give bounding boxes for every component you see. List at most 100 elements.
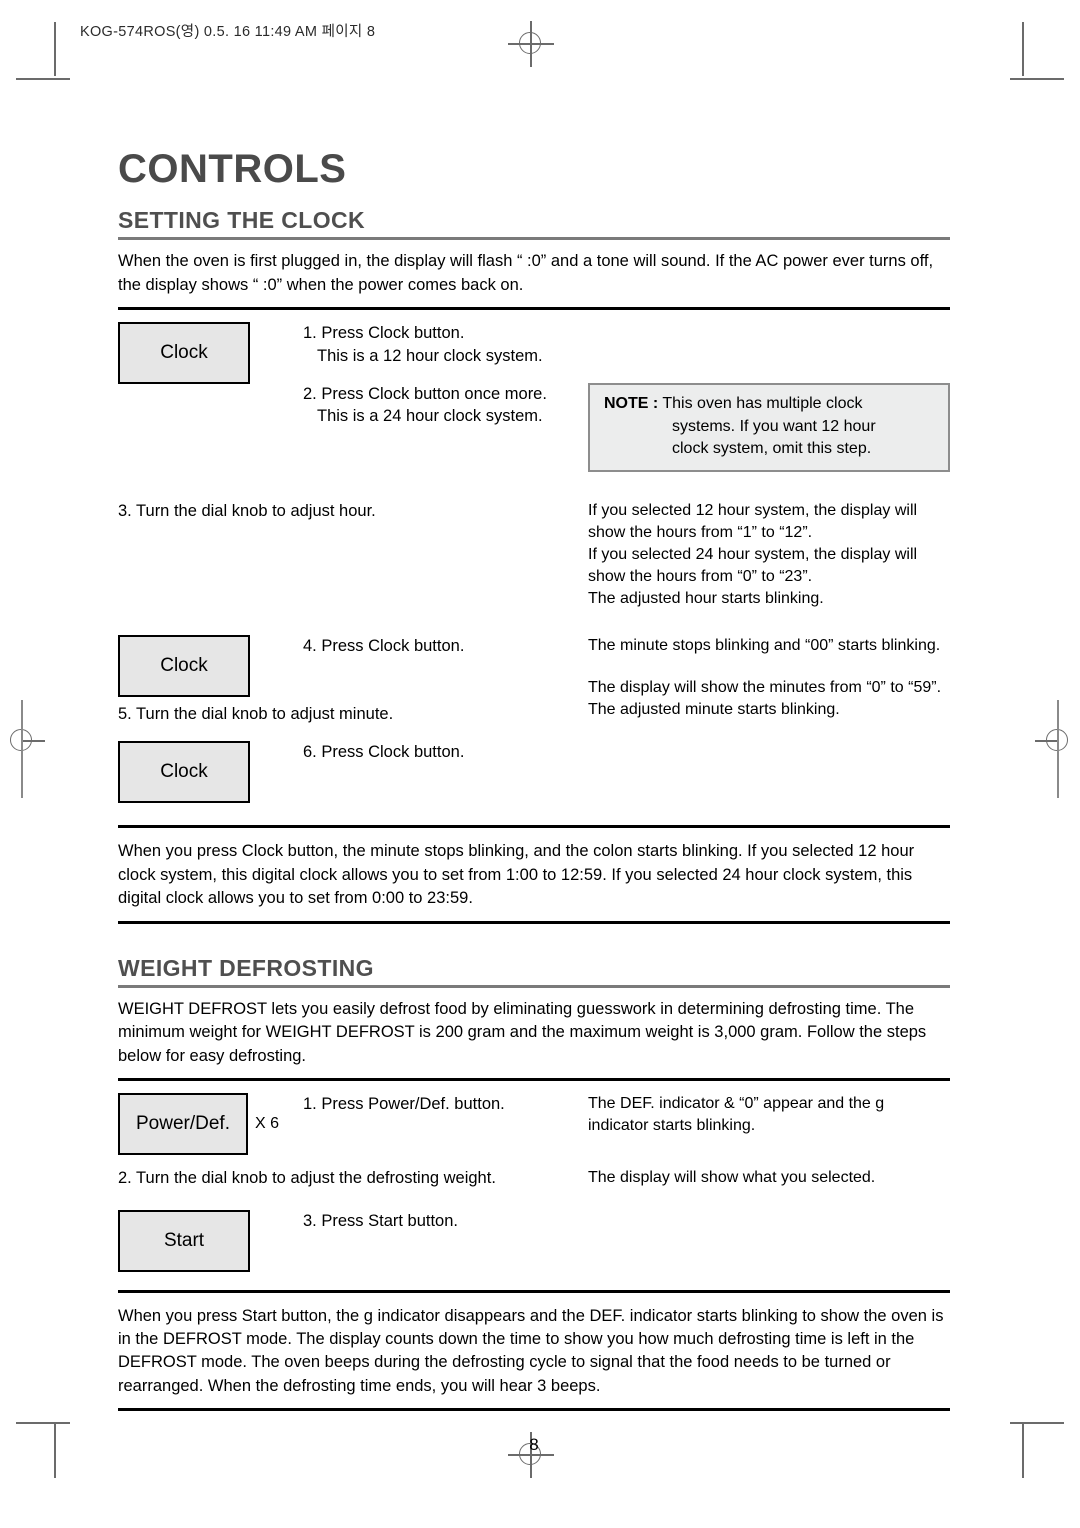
crop-mark-bottom-right-vertical	[1022, 1424, 1024, 1478]
defrost-step-1-text-cell: 1. Press Power/Def. button.	[303, 1093, 588, 1115]
clock-step-1-main: 1. Press Clock button.	[303, 324, 465, 343]
note-line-1: This oven has multiple clock	[658, 395, 863, 413]
crop-mark-bottom-right-horizontal	[1010, 1422, 1064, 1424]
power-def-button-multiplier: X 6	[255, 1115, 280, 1133]
crop-mark-top-right-horizontal	[1010, 78, 1064, 80]
power-def-button[interactable]: Power/Def.	[118, 1093, 248, 1156]
section-divider	[118, 307, 950, 311]
clock-step-1-sub: This is a 12 hour clock system.	[317, 346, 543, 365]
registration-horizontal-line	[21, 740, 45, 742]
defrost-button-cell-2: Start	[118, 1209, 303, 1272]
registration-horizontal-line	[508, 43, 554, 45]
clock-summary-paragraph: When you press Clock button, the minute …	[118, 842, 915, 908]
button-wrap: Clock	[118, 322, 303, 385]
clock-step-3-result-line-5: The adjusted hour starts blinking.	[588, 590, 824, 608]
crop-mark-left-edge-vertical	[21, 700, 23, 798]
note-label: NOTE :	[604, 395, 659, 413]
defrost-summary-paragraph: When you press Start button, the g indic…	[118, 1306, 944, 1395]
clock-button-cell-1: Clock	[118, 322, 303, 385]
section-title-setting-the-clock: SETTING THE CLOCK	[118, 207, 366, 233]
note-line-3: clock system, omit this step.	[672, 440, 872, 458]
crop-mark-bottom-left-vertical	[54, 1424, 56, 1478]
page-title: CONTROLS	[118, 147, 347, 191]
page-number: 8	[529, 1435, 539, 1455]
crop-mark-top-right-vertical	[1022, 22, 1024, 76]
clock-step-2-result-cell: NOTE : This oven has multiple clock syst…	[588, 383, 950, 473]
clock-step-6-text: 6. Press Clock button.	[303, 743, 465, 762]
button-wrap: Power/Def. X 6	[118, 1093, 303, 1156]
clock-step-12-column: 1. Press Clock button. This is a 12 hour…	[303, 322, 950, 473]
button-wrap: Clock	[118, 634, 303, 697]
defrost-step-1-text: 1. Press Power/Def. button.	[303, 1095, 505, 1114]
section-divider	[118, 1078, 950, 1082]
clock-step-4-text: 4. Press Clock button.	[303, 636, 465, 655]
registration-horizontal-line	[1035, 740, 1059, 742]
defrost-step-2-result-line-1: The display will show what you selected.	[588, 1169, 876, 1187]
defrost-step-2-text-cell: 2. Turn the dial knob to adjust the defr…	[118, 1167, 588, 1189]
clock-step-1-text: 1. Press Clock button. This is a 12 hour…	[303, 322, 588, 367]
clock-step-3-result-line-2: show the hours from “1” to “12”.	[588, 524, 813, 542]
defrost-step-3-text: 3. Press Start button.	[303, 1211, 458, 1230]
defrost-step-1-result-cell: The DEF. indicator & “0” appear and the …	[588, 1093, 950, 1137]
crop-mark-bottom-left-horizontal	[16, 1422, 70, 1424]
note-line-2: systems. If you want 12 hour	[672, 417, 876, 435]
section-divider	[118, 1408, 950, 1412]
section-divider	[118, 984, 950, 988]
defrost-intro-paragraph: WEIGHT DEFROST lets you easily defrost f…	[118, 999, 927, 1065]
section-divider	[118, 1289, 950, 1293]
clock-step-3-result-line-3: If you selected 24 hour system, the disp…	[588, 546, 918, 564]
defrost-step-3-text-cell: 3. Press Start button.	[303, 1210, 588, 1232]
defrost-button-cell-1: Power/Def. X 6	[118, 1093, 303, 1156]
clock-button-cell-3: Clock	[118, 741, 303, 804]
clock-step-6-row: Clock 6. Press Clock button.	[118, 741, 950, 804]
defrost-step-3-row: Start 3. Press Start button.	[118, 1209, 950, 1272]
button-wrap: Start	[118, 1209, 303, 1272]
defrost-step-1-row: Power/Def. X 6 1. Press Power/Def. butto…	[118, 1093, 950, 1156]
clock-button-3[interactable]: Clock	[118, 741, 250, 804]
clock-button-1[interactable]: Clock	[118, 322, 250, 385]
clock-step-3-row: 3. Turn the dial knob to adjust hour. If…	[118, 500, 950, 610]
defrost-step-2-result-cell: The display will show what you selected.	[588, 1167, 950, 1189]
clock-step-2-sub: This is a 24 hour clock system.	[317, 407, 543, 426]
clock-step-3-result-line-1: If you selected 12 hour system, the disp…	[588, 502, 918, 520]
clock-step-2-row: 2. Press Clock button once more. This is…	[303, 383, 950, 473]
section-divider	[118, 237, 950, 241]
note-box: NOTE : This oven has multiple clock syst…	[588, 383, 950, 473]
clock-step-4-text-cell: 4. Press Clock button.	[303, 635, 588, 657]
defrost-step-2-text: 2. Turn the dial knob to adjust the defr…	[118, 1169, 496, 1188]
crop-mark-right-edge-vertical	[1057, 700, 1059, 798]
clock-steps-block: Clock 1. Press Clock button. This is a 1…	[118, 322, 950, 804]
clock-step-1-row: 1. Press Clock button. This is a 12 hour…	[303, 322, 950, 367]
clock-step-3-result-cell: If you selected 12 hour system, the disp…	[588, 500, 950, 610]
section-divider	[118, 920, 950, 924]
crop-mark-top-left-vertical	[54, 22, 56, 76]
defrost-steps-block: Power/Def. X 6 1. Press Power/Def. butto…	[118, 1093, 950, 1272]
start-button[interactable]: Start	[118, 1209, 250, 1272]
clock-step-1-text-cell: 1. Press Clock button. This is a 12 hour…	[303, 322, 588, 367]
print-header-text: KOG-574ROS(영) 0.5. 16 11:49 AM 페이지 8	[80, 24, 376, 40]
crop-mark-top-left-horizontal	[16, 78, 70, 80]
clock-button-2[interactable]: Clock	[118, 634, 250, 697]
clock-step-2-text-cell: 2. Press Clock button once more. This is…	[303, 383, 588, 428]
clock-step-3-result-line-4: show the hours from “0” to “23”.	[588, 568, 813, 586]
clock-intro-paragraph: When the oven is first plugged in, the d…	[118, 252, 934, 294]
section-divider	[118, 825, 950, 829]
defrost-step-1-result-line-1: The DEF. indicator & “0” appear and the …	[588, 1095, 885, 1113]
clock-step-row-1: Clock 1. Press Clock button. This is a 1…	[118, 322, 950, 473]
section-title-weight-defrosting: WEIGHT DEFROSTING	[118, 954, 374, 981]
registration-mark-top-center	[508, 21, 554, 67]
page-content: CONTROLS SETTING THE CLOCK When the oven…	[118, 148, 950, 1455]
clock-step-6-text-cell: 6. Press Clock button.	[303, 741, 588, 763]
defrost-step-1-result-line-2: indicator starts blinking.	[588, 1117, 756, 1135]
clock-step-3-text: 3. Turn the dial knob to adjust hour.	[118, 502, 376, 521]
clock-step-3-text-cell: 3. Turn the dial knob to adjust hour.	[118, 500, 588, 522]
button-wrap: Clock	[118, 741, 303, 804]
